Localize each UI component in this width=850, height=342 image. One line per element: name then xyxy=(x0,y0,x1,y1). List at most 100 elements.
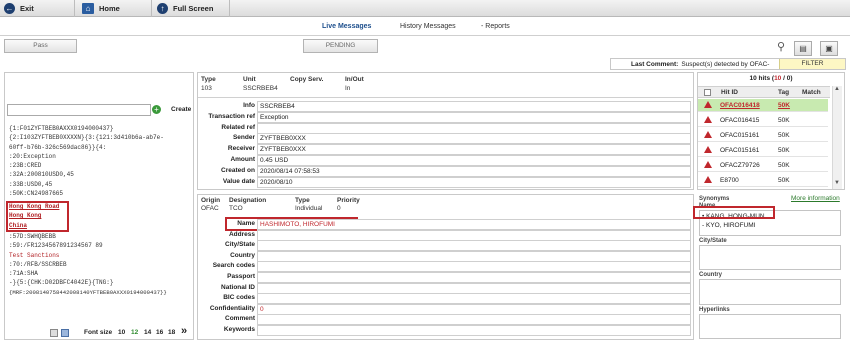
detail-value: Exception xyxy=(260,113,289,121)
more-information-link[interactable]: More information xyxy=(791,195,840,202)
entity-field[interactable] xyxy=(257,261,691,273)
hit-id[interactable]: OFAC015161 xyxy=(720,132,759,139)
message-line: :23B:CRED xyxy=(9,162,42,170)
entity-field[interactable] xyxy=(257,250,691,262)
hit-row[interactable]: E8700 50K xyxy=(698,174,828,187)
tab-reports[interactable]: - Reports xyxy=(481,23,510,30)
detail-field[interactable]: Exception xyxy=(257,111,691,123)
view-icon[interactable]: ▤ xyxy=(794,41,812,56)
detail-field[interactable]: SSCRBEB4 xyxy=(257,101,691,112)
double-chevron-right-icon[interactable]: » xyxy=(181,325,187,337)
highlighted-line[interactable]: Hong Kong Road xyxy=(9,202,69,211)
highlighted-line[interactable]: Hong Kong xyxy=(9,211,69,220)
hit-tag: 50K xyxy=(778,162,790,169)
hits-title-prefix: 10 hits ( xyxy=(749,75,775,82)
copy-icon[interactable] xyxy=(61,329,69,337)
hit-id[interactable]: E8700 xyxy=(720,177,739,184)
tag-header: Tag xyxy=(778,89,790,96)
hit-id[interactable]: OFACZ79726 xyxy=(720,162,760,169)
select-all-checkbox[interactable] xyxy=(704,89,711,96)
entity-field[interactable] xyxy=(257,314,691,326)
detail-label: Related ref xyxy=(221,123,255,131)
hit-id[interactable]: OFAC016415 xyxy=(720,117,759,124)
synonym-text: KYO, HIROFUMI xyxy=(705,222,756,229)
detail-value: 2020/08/10 xyxy=(260,178,293,186)
message-line: :59:/FR1234567891234567 89 xyxy=(9,242,103,250)
origin-value: OFAC xyxy=(201,205,219,212)
search-input[interactable] xyxy=(7,104,151,116)
print-icon[interactable] xyxy=(50,329,58,337)
highlighted-line[interactable]: China xyxy=(9,221,69,230)
pending-button[interactable]: PENDING xyxy=(303,39,378,53)
exit-button[interactable]: ← Exit xyxy=(0,0,75,17)
entity-field[interactable]: 0 xyxy=(257,303,691,315)
entity-label: Search codes xyxy=(212,262,255,270)
hit-id[interactable]: OFAC016418 xyxy=(720,102,760,109)
entity-field[interactable] xyxy=(257,240,691,252)
filter-button[interactable]: FILTER xyxy=(779,59,845,69)
pass-button[interactable]: Pass xyxy=(4,39,77,53)
details-table: Info SSCRBEB4 Transaction ref Exception Rela… xyxy=(198,101,693,188)
scroll-up-icon[interactable]: ▲ xyxy=(834,86,840,92)
window-icon[interactable]: ▣ xyxy=(820,41,838,56)
priority-value: 0 xyxy=(337,205,341,212)
entity-field[interactable] xyxy=(257,325,691,336)
hit-row-selected[interactable]: OFAC016418 50K xyxy=(698,99,828,112)
detail-value: SSCRBEB4 xyxy=(260,103,295,110)
detail-field[interactable]: ZYFTBEB0XXX xyxy=(257,144,691,156)
divider xyxy=(198,97,693,98)
fullscreen-button[interactable]: ↑ Full Screen xyxy=(153,0,230,17)
hit-id[interactable]: OFAC015161 xyxy=(720,147,759,154)
exit-label: Exit xyxy=(20,4,34,13)
font-size-option[interactable]: 14 xyxy=(144,329,151,336)
entity-field[interactable] xyxy=(257,272,691,283)
entity-field[interactable] xyxy=(257,293,691,305)
hit-row[interactable]: OFAC015161 50K xyxy=(698,144,828,157)
detail-value: ZYFTBEB0XXX xyxy=(260,135,306,143)
message-line: :57D:SWHQBEBB xyxy=(9,233,56,240)
designation-label: Designation xyxy=(229,197,267,204)
hits-title-suffix: / 0) xyxy=(781,75,793,82)
unit-value: SSCRBEB4 xyxy=(243,85,278,92)
top-toolbar: ← Exit ⌂ Home ↑ Full Screen xyxy=(0,0,850,17)
detail-field[interactable]: 2020/08/14 07:58:53 xyxy=(257,165,691,177)
font-size-option[interactable]: 10 xyxy=(118,329,125,336)
tab-live-messages[interactable]: Live Messages xyxy=(322,23,371,30)
home-label: Home xyxy=(99,4,120,13)
message-line: -}{5:{CHK:D02DBFC4042E}{TNG:} xyxy=(9,279,114,287)
detail-field[interactable] xyxy=(257,122,691,134)
warning-icon xyxy=(704,161,712,168)
zoom-icon[interactable]: ⚲ xyxy=(777,40,785,53)
font-size-option[interactable]: 18 xyxy=(168,329,175,336)
type-value: 103 xyxy=(201,85,212,92)
font-size-option-selected[interactable]: 12 xyxy=(131,329,138,336)
warning-icon xyxy=(704,131,712,138)
hit-row[interactable]: OFACZ79726 50K xyxy=(698,159,828,172)
hit-tag: 50K xyxy=(778,132,790,139)
highlighted-address: Hong Kong Road Hong Kong China xyxy=(9,202,69,230)
warning-icon xyxy=(704,116,712,123)
message-line: 60ff-b76b-326c569dac86}}{4: xyxy=(9,143,107,151)
create-button[interactable]: Create xyxy=(171,106,191,113)
scroll-down-icon[interactable]: ▼ xyxy=(834,180,840,186)
unit-label: Unit xyxy=(243,76,256,83)
detail-field[interactable]: ZYFTBEB0XXX xyxy=(257,133,691,145)
entity-field[interactable] xyxy=(257,229,691,241)
entity-field[interactable] xyxy=(257,282,691,294)
home-button[interactable]: ⌂ Home xyxy=(76,0,152,17)
detail-field[interactable]: 2020/08/10 xyxy=(257,176,691,188)
tab-history-messages[interactable]: History Messages xyxy=(400,23,456,30)
entity-field[interactable]: HASHIMOTO, HIROFUMI xyxy=(257,219,691,230)
detail-label: Created on xyxy=(221,166,255,174)
hit-row[interactable]: OFAC016415 50K xyxy=(698,114,828,127)
hit-row[interactable]: OFAC015161 50K xyxy=(698,129,828,142)
add-icon[interactable]: + xyxy=(152,105,161,114)
message-line: Test Sanctions xyxy=(9,251,60,259)
entity-label: National ID xyxy=(221,283,255,291)
entity-value: HASHIMOTO, HIROFUMI xyxy=(260,221,335,228)
detail-field[interactable]: 0.45 USD xyxy=(257,155,691,166)
copy-serv-label: Copy Serv. xyxy=(290,76,324,83)
font-size-option[interactable]: 16 xyxy=(156,329,163,336)
synonym-item[interactable]: - KYO, HIROFUMI xyxy=(702,222,755,229)
hits-scrollbar[interactable]: ▲ ▼ xyxy=(832,86,842,189)
